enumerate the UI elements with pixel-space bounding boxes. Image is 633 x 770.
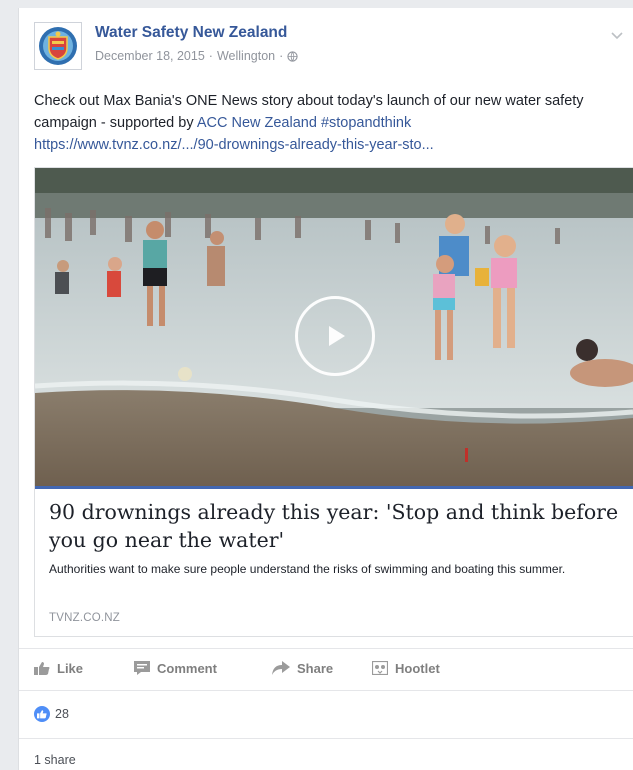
post-meta: December 18, 2015 · Wellington · [95,49,298,63]
hashtag-link[interactable]: #stopandthink [321,115,411,131]
divider [19,648,633,649]
post-card: Water Safety New Zealand December 18, 20… [18,8,633,770]
play-button[interactable] [295,296,375,376]
comment-label: Comment [157,660,217,676]
like-count: 28 [55,707,69,721]
share-button[interactable]: Share [272,661,372,676]
meta-separator: · [279,49,284,63]
share-arrow-icon [272,661,290,675]
divider [19,690,633,691]
globe-icon[interactable] [287,50,298,62]
post-message: Check out Max Bania's ONE News story abo… [34,90,633,156]
hootlet-label: Hootlet [395,660,440,676]
page-name-link[interactable]: Water Safety New Zealand [95,24,287,42]
divider [19,738,633,739]
url-link[interactable]: https://www.tvnz.co.nz/.../90-drownings-… [34,137,434,153]
video-thumbnail[interactable] [35,168,633,486]
share-count-link[interactable]: 1 share [34,753,76,767]
comment-icon [134,661,150,675]
hootlet-button[interactable]: Hootlet [372,661,440,676]
link-title[interactable]: 90 drownings already this year: 'Stop an… [49,498,621,554]
play-icon [329,326,345,346]
like-button[interactable]: Like [34,661,134,676]
mention-link[interactable]: ACC New Zealand [197,115,317,131]
meta-separator: · [208,49,213,63]
crest-logo [39,27,77,65]
chevron-down-icon[interactable] [610,30,624,40]
share-label: Share [297,660,334,676]
link-description: Authorities want to make sure people und… [49,562,566,576]
comment-button[interactable]: Comment [134,661,272,676]
link-domain: TVNZ.CO.NZ [49,612,120,624]
link-attachment[interactable]: 90 drownings already this year: 'Stop an… [34,167,633,637]
post-header: Water Safety New Zealand December 18, 20… [34,22,624,72]
video-progress-bar [35,486,633,489]
like-reaction-icon [34,706,50,722]
like-label: Like [57,660,84,676]
hootlet-icon [372,661,388,675]
action-bar: Like Comment Share Hootlet [34,654,633,682]
reaction-summary[interactable]: 28 [34,706,69,722]
post-location[interactable]: Wellington [217,49,275,63]
post-date[interactable]: December 18, 2015 [95,49,205,63]
thumbs-up-icon [34,662,50,675]
page-avatar[interactable] [34,22,82,70]
